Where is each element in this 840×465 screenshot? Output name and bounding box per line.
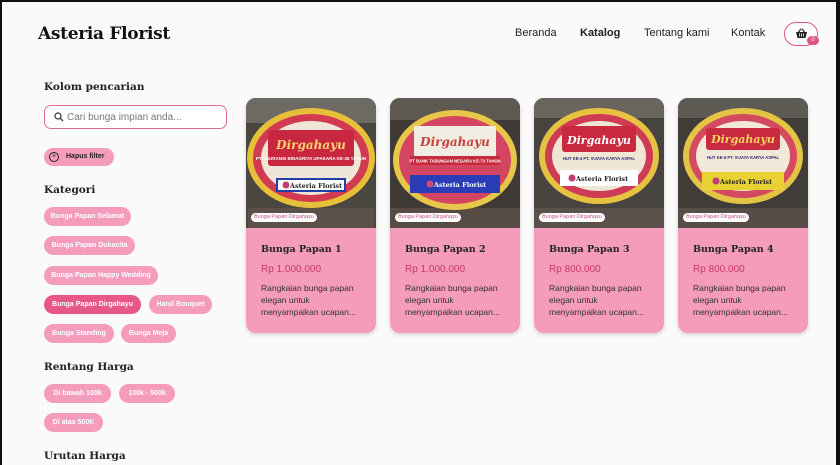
cart-button[interactable]: 0	[784, 22, 819, 46]
price-pill-under-100k[interactable]: Di bawah 100k	[44, 384, 111, 403]
board-subtitle: PT ASURANSI BINAGRIYA UPAKARA KE-35 TAHU…	[256, 156, 366, 161]
price-sort-heading: Urutan Harga	[44, 450, 126, 462]
product-title[interactable]: Bunga Papan 1	[261, 244, 342, 255]
clear-filter-button[interactable]: × Hapus filter	[44, 148, 114, 166]
product-price: Rp 800.000	[549, 264, 601, 275]
product-title[interactable]: Bunga Papan 3	[549, 244, 630, 255]
board-logo-text: Asteria Florist	[289, 182, 342, 190]
board-title: Dirgahayu	[566, 134, 631, 147]
product-description: Rangkaian bunga papan elegan untuk menya…	[549, 283, 644, 317]
category-pill-bunga-papan-dukacita[interactable]: Bunga Papan Dukacita	[44, 236, 135, 255]
board-subtitle: PT BANK TABUNGAN NEGARA KE-73 TAHUN	[409, 159, 500, 164]
category-pill-bunga-standing[interactable]: Bunga Standing	[44, 324, 114, 343]
product-image: Dirgahayu PT ASURANSI BINAGRIYA UPAKARA …	[246, 98, 376, 228]
product-price: Rp 1.000.000	[261, 264, 322, 275]
clear-filter-label: Hapus filter	[66, 153, 105, 160]
product-image: Dirgahayu HUT KE-6 PT. VIJAYA KARYA ASPA…	[678, 98, 808, 228]
product-title[interactable]: Bunga Papan 2	[405, 244, 486, 255]
product-card[interactable]: Dirgahayu PT BANK TABUNGAN NEGARA KE-73 …	[390, 98, 520, 333]
board-title: Dirgahayu	[419, 135, 490, 149]
nav-tentang-kami[interactable]: Tentang kami	[644, 27, 709, 39]
search-input[interactable]	[67, 110, 222, 125]
board-title: Dirgahayu	[710, 133, 775, 146]
product-image: Dirgahayu PT BANK TABUNGAN NEGARA KE-73 …	[390, 98, 520, 228]
app-window: Asteria Florist Beranda Katalog Tentang …	[0, 0, 840, 465]
search-icon	[54, 112, 64, 122]
basket-icon	[796, 28, 807, 38]
close-icon: ×	[49, 152, 59, 162]
nav-katalog[interactable]: Katalog	[580, 27, 620, 39]
product-description: Rangkaian bunga papan elegan untuk menya…	[261, 283, 356, 317]
category-pill-bunga-papan-happy-wedding[interactable]: Bunga Papan Happy Wedding	[44, 266, 158, 285]
product-card[interactable]: Dirgahayu PT ASURANSI BINAGRIYA UPAKARA …	[246, 98, 376, 333]
product-price: Rp 800.000	[693, 264, 745, 275]
board-logo-text: Asteria Florist	[433, 181, 486, 189]
board-logo-text: Asteria Florist	[719, 178, 772, 186]
product-price: Rp 1.000.000	[405, 264, 466, 275]
board-logo-text: Asteria Florist	[575, 175, 628, 183]
category-badge: Bunga Papan Dirgahayu	[539, 213, 605, 222]
category-pill-bunga-meja[interactable]: Bunga Meja	[121, 324, 176, 343]
product-card[interactable]: Dirgahayu HUT KE-6 PT. VIJAYA KARYA ASPA…	[678, 98, 808, 333]
category-badge: Bunga Papan Dirgahayu	[395, 213, 461, 222]
category-pill-hand-bouquet[interactable]: Hand Bouquet	[149, 295, 212, 314]
category-heading: Kategori	[44, 184, 96, 196]
board-subtitle: HUT KE-6 PT. VIJAYA KARYA ASPAL	[707, 155, 780, 160]
product-image: Dirgahayu HUT KE-4 PT. VIJAYA KARYA ASPA…	[534, 98, 664, 228]
price-range-heading: Rentang Harga	[44, 361, 134, 373]
cart-count-badge: 0	[807, 36, 819, 45]
brand-logo[interactable]: Asteria Florist	[38, 24, 170, 44]
product-description: Rangkaian bunga papan elegan untuk menya…	[405, 283, 500, 317]
category-badge: Bunga Papan Dirgahayu	[683, 213, 749, 222]
board-subtitle: HUT KE-4 PT. VIJAYA KARYA ASPAL	[563, 156, 636, 161]
window-border	[836, 0, 840, 465]
product-card[interactable]: Dirgahayu HUT KE-4 PT. VIJAYA KARYA ASPA…	[534, 98, 664, 333]
price-pill-100k-500k[interactable]: 100k - 500k	[119, 384, 175, 403]
nav-beranda[interactable]: Beranda	[515, 27, 557, 39]
search-heading: Kolom pencarian	[44, 81, 145, 93]
board-title: Dirgahayu	[275, 138, 346, 152]
category-badge: Bunga Papan Dirgahayu	[251, 213, 317, 222]
product-description: Rangkaian bunga papan elegan untuk menya…	[693, 283, 788, 317]
nav-kontak[interactable]: Kontak	[731, 27, 765, 39]
price-pill-over-500k[interactable]: Di atas 500K	[44, 413, 103, 432]
category-pill-bunga-papan-dirgahayu[interactable]: Bunga Papan Dirgahayu	[44, 295, 141, 314]
search-box[interactable]	[44, 105, 227, 129]
category-pill-bunga-papan-selamat[interactable]: Bunga Papan Selamat	[44, 207, 131, 226]
product-title[interactable]: Bunga Papan 4	[693, 244, 774, 255]
